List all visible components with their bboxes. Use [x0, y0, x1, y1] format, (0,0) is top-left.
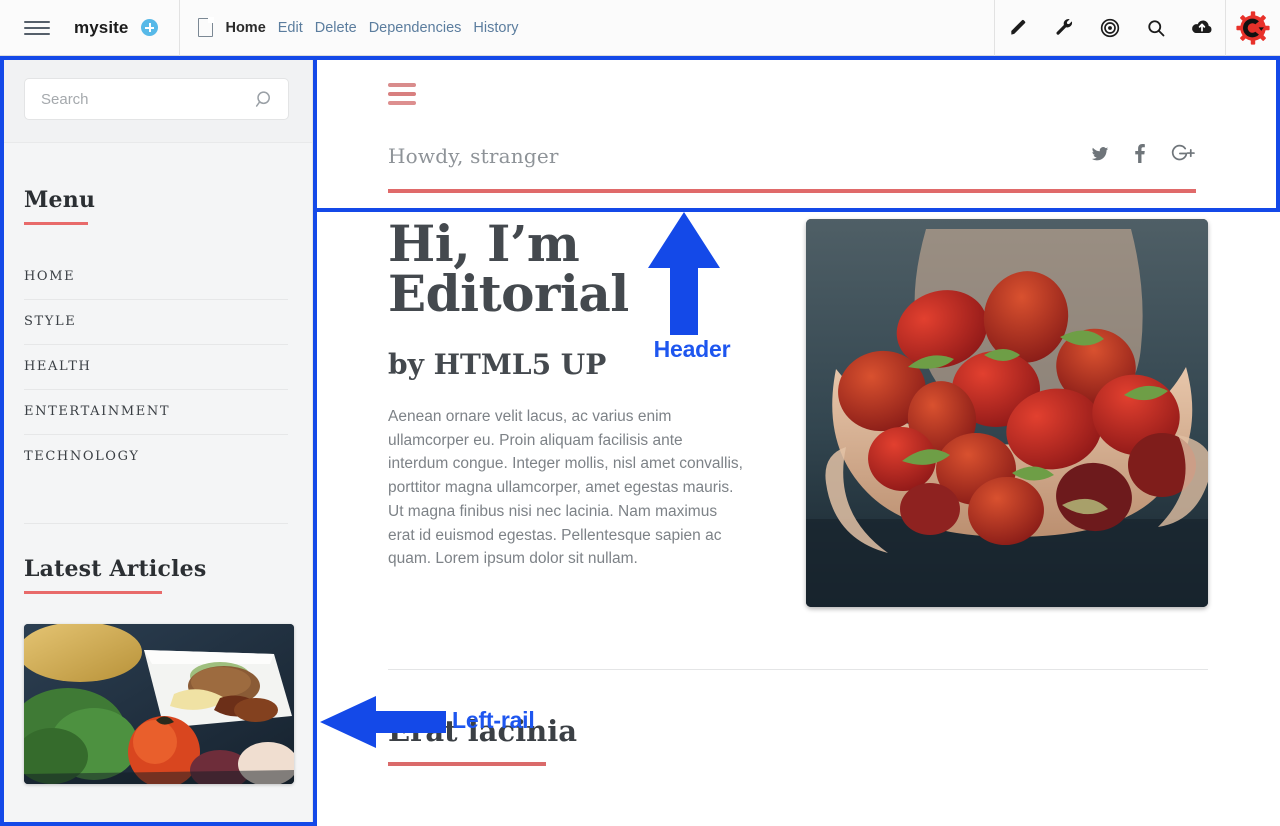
nav-link-delete[interactable]: Delete [315, 20, 357, 36]
sidebar-menu-list: HOME STYLE HEALTH ENTERTAINMENT TECHNOLO… [24, 255, 288, 479]
greeting-text: Howdy, stranger [388, 144, 559, 168]
nav-link-edit[interactable]: Edit [278, 20, 303, 36]
latest-article-thumbnail[interactable] [24, 624, 294, 784]
pencil-icon[interactable] [995, 0, 1041, 56]
sidebar-divider [24, 523, 288, 524]
header-annotation-label: Header [653, 336, 731, 362]
preview-header [314, 57, 1280, 105]
search-wrapper [24, 78, 289, 120]
menu-heading-rule [24, 222, 88, 225]
screen-root: mysite Home Edit Delete Dependencies His… [0, 0, 1280, 826]
nav-link-dependencies[interactable]: Dependencies [369, 20, 462, 36]
search-icon[interactable] [1133, 0, 1179, 56]
article-intro: Hi, I’m Editorial by HTML5 UP Aenean orn… [314, 193, 1280, 607]
document-icon [198, 17, 215, 37]
section-title-rule [388, 762, 546, 766]
nav-link-history[interactable]: History [473, 20, 518, 36]
sidebar-item-technology[interactable]: TECHNOLOGY [24, 435, 288, 479]
page-title-line-2: Editorial [388, 264, 629, 323]
sidebar-item-health[interactable]: HEALTH [24, 345, 288, 390]
twitter-icon[interactable] [1090, 145, 1110, 168]
sidebar-item-style[interactable]: STYLE [24, 300, 288, 345]
search-input[interactable] [24, 78, 289, 120]
cloud-upload-icon[interactable] [1179, 0, 1225, 56]
concrete-cms-gear-logo[interactable] [1226, 0, 1280, 56]
sidebar-search-zone [0, 56, 312, 143]
cms-toolbar-left: mysite [0, 0, 159, 55]
greeting-row: Howdy, stranger [314, 110, 1280, 168]
hero-image [806, 219, 1208, 607]
page-action-nav: Home Edit Delete Dependencies History [180, 0, 519, 55]
facebook-icon[interactable] [1134, 144, 1146, 168]
social-links [1090, 144, 1196, 168]
latest-articles-rule [24, 591, 162, 594]
latest-articles-block: Latest Articles [24, 556, 294, 784]
cms-toolbar: mysite Home Edit Delete Dependencies His… [0, 0, 1280, 56]
latest-articles-heading: Latest Articles [24, 556, 207, 582]
page-title-line-1: Hi, I’m [388, 214, 580, 273]
cms-toolbar-right [994, 0, 1280, 56]
plus-circle-icon[interactable] [141, 19, 159, 36]
hamburger-icon[interactable] [388, 83, 416, 105]
page-title: Hi, I’m Editorial [388, 219, 768, 319]
menu-heading: Menu [24, 187, 96, 213]
nav-link-home[interactable]: Home [225, 20, 265, 36]
hamburger-icon[interactable] [24, 15, 50, 41]
sidebar-item-entertainment[interactable]: ENTERTAINMENT [24, 390, 288, 435]
sidebar-item-home[interactable]: HOME [24, 255, 288, 300]
section-divider [388, 669, 1208, 670]
wrench-icon[interactable] [1041, 0, 1087, 56]
site-name: mysite [74, 17, 129, 37]
sidebar-body: Menu HOME STYLE HEALTH ENTERTAINMENT TEC… [0, 143, 312, 784]
left-rail-annotation-label: Left-rail [452, 707, 535, 733]
intro-paragraph: Aenean ornare velit lacus, ac varius eni… [388, 408, 743, 568]
article-text-column: Hi, I’m Editorial by HTML5 UP Aenean orn… [388, 219, 768, 607]
target-icon[interactable] [1087, 0, 1133, 56]
google-plus-icon[interactable] [1170, 144, 1196, 168]
left-rail: Menu HOME STYLE HEALTH ENTERTAINMENT TEC… [0, 56, 313, 826]
